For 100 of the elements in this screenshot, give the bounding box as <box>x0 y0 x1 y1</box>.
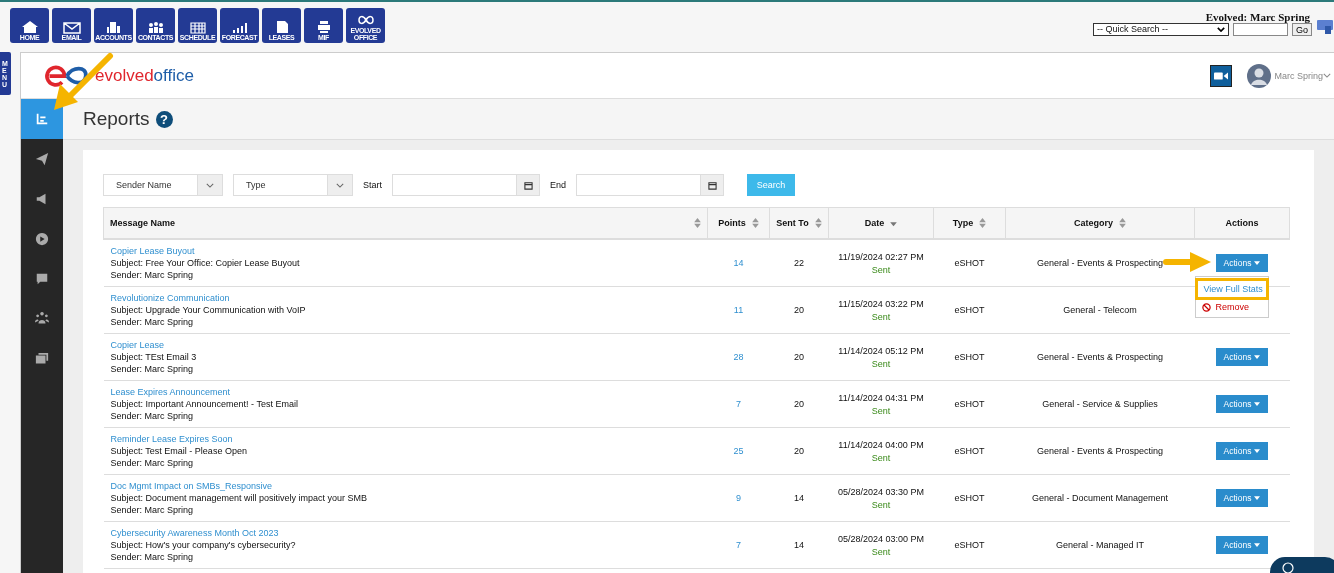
points-link[interactable]: 28 <box>733 352 744 362</box>
actions-button[interactable]: Actions <box>1216 395 1268 413</box>
message-link[interactable]: Reminder Lease Expires Soon <box>110 433 708 445</box>
play-icon <box>35 232 49 246</box>
actions-button[interactable]: Actions <box>1216 348 1268 366</box>
report-icon <box>35 112 49 126</box>
sent-to-cell: 20 <box>794 352 804 362</box>
go-button[interactable]: Go <box>1292 23 1312 36</box>
message-link[interactable]: Lease Expires Announcement <box>110 386 708 398</box>
sender-text: Sender: Marc Spring <box>110 316 195 328</box>
chevron-down-icon <box>1217 27 1225 32</box>
sent-to-cell: 20 <box>794 305 804 315</box>
sort-icon[interactable] <box>751 218 759 229</box>
column-header[interactable]: Sent To <box>769 207 829 239</box>
group-icon <box>35 312 49 326</box>
date-cell-text: 05/28/2024 03:00 PM <box>836 533 926 544</box>
chevron-down-icon <box>206 182 214 188</box>
type-cell: eSHOT <box>954 493 985 503</box>
sent-to-cell: 20 <box>794 446 804 456</box>
points-link[interactable]: 25 <box>733 446 744 456</box>
end-date-field[interactable] <box>576 174 725 196</box>
logo-text: evolved <box>95 65 154 86</box>
caret-icon <box>1254 496 1261 500</box>
sort-icon[interactable] <box>1119 218 1126 229</box>
sender-dropdown[interactable]: Sender Name <box>103 174 223 196</box>
caret-icon <box>1254 543 1261 547</box>
user-menu[interactable]: Marc Spring <box>1274 70 1323 81</box>
subject-text: Subject: Upgrade Your Communication with VoIP <box>110 304 307 316</box>
menu-item[interactable]: View Full Stats <box>1197 281 1266 297</box>
camera-icon <box>1214 70 1229 81</box>
type-cell: eSHOT <box>954 258 985 268</box>
type-cell: eSHOT <box>954 352 985 362</box>
points-link[interactable]: 7 <box>736 540 741 550</box>
sender-text: Sender: Marc Spring <box>110 504 195 516</box>
subject-text: Subject: Free Your Office: Copier Lease Buyout <box>110 257 301 269</box>
date-cell-text: 11/14/2024 04:31 PM <box>837 392 925 403</box>
type-cell: eSHOT <box>954 399 985 409</box>
video-button[interactable] <box>1210 64 1233 87</box>
message-link[interactable]: Doc Mgmt Impact on SMBs_Responsive <box>110 480 708 492</box>
category-cell: General - Service & Supplies <box>1042 399 1158 409</box>
help-icon[interactable]: ? <box>155 110 173 128</box>
actions-button[interactable]: Actions <box>1216 489 1268 507</box>
date-cell-text: 11/14/2024 05:12 PM <box>837 345 925 356</box>
subject-text: Subject: Important Announcement! - Test Email <box>110 398 299 410</box>
column-header[interactable]: Points <box>707 207 770 239</box>
chevron-down-icon <box>336 182 344 188</box>
actions-button[interactable]: Actions <box>1216 254 1268 272</box>
category-cell: General - Managed IT <box>1055 540 1144 550</box>
message-link[interactable]: Cybersecurity Awareness Month Oct 2023 <box>110 527 708 539</box>
calendar-icon[interactable] <box>523 180 533 190</box>
status-text: Sent <box>870 452 892 463</box>
points-link[interactable]: 7 <box>736 399 741 409</box>
sent-to-cell: 14 <box>794 540 804 550</box>
keyboard-icon[interactable] <box>1316 18 1334 34</box>
column-header[interactable]: Message Name <box>103 207 708 239</box>
message-link[interactable]: Copier Lease <box>110 339 708 351</box>
category-cell: General - Events & Prospecting <box>1036 446 1164 456</box>
quick-search-dropdown[interactable]: -- Quick Search -- <box>1093 23 1229 36</box>
caret-icon[interactable] <box>1323 73 1331 78</box>
chat-icon <box>35 272 49 286</box>
quick-search-field[interactable] <box>1233 23 1288 36</box>
column-header[interactable]: Category <box>1005 207 1195 239</box>
message-link[interactable]: Copier Lease Buyout <box>110 245 708 257</box>
caret-icon <box>1254 355 1261 359</box>
ban-icon <box>1201 302 1211 312</box>
start-date-field[interactable] <box>392 174 540 196</box>
logo-text: office <box>153 65 194 86</box>
column-header[interactable]: Date <box>828 207 934 239</box>
sort-icon[interactable] <box>814 218 822 229</box>
sender-text: Sender: Marc Spring <box>110 410 195 422</box>
type-cell: eSHOT <box>954 540 985 550</box>
sender-text: Sender: Marc Spring <box>110 363 195 375</box>
actions-button[interactable]: Actions <box>1216 536 1268 554</box>
status-text: Sent <box>870 311 892 322</box>
points-link[interactable]: 14 <box>733 258 744 268</box>
avatar-icon[interactable] <box>1247 63 1272 88</box>
column-header[interactable]: Type <box>933 207 1006 239</box>
type-cell: eSHOT <box>954 446 985 456</box>
subject-text: Subject: Test Email - Please Open <box>110 445 248 457</box>
category-cell: General - Document Management <box>1031 493 1169 503</box>
calendar-icon <box>187 20 208 34</box>
page-title: Reports <box>83 108 150 130</box>
actions-button[interactable]: Actions <box>1216 442 1268 460</box>
caret-icon <box>1254 402 1261 406</box>
status-text: Sent <box>870 358 892 369</box>
message-link[interactable]: Revolutionize Communication <box>110 292 708 304</box>
paper-plane-icon <box>35 152 49 166</box>
type-dropdown[interactable]: Type <box>233 174 353 196</box>
points-link[interactable]: 11 <box>733 305 744 315</box>
menu-item[interactable]: Remove <box>1195 299 1268 315</box>
sender-text: Sender: Marc Spring <box>110 457 195 469</box>
calendar-icon[interactable] <box>707 180 717 190</box>
envelope-icon <box>61 20 82 34</box>
sort-icon[interactable] <box>979 218 987 229</box>
points-link[interactable]: 9 <box>736 493 741 503</box>
sort-icon[interactable] <box>694 218 701 228</box>
status-text: Sent <box>870 405 892 416</box>
sent-to-cell: 20 <box>794 399 804 409</box>
column-header[interactable]: Actions <box>1194 207 1290 239</box>
caret-icon <box>1254 449 1261 453</box>
